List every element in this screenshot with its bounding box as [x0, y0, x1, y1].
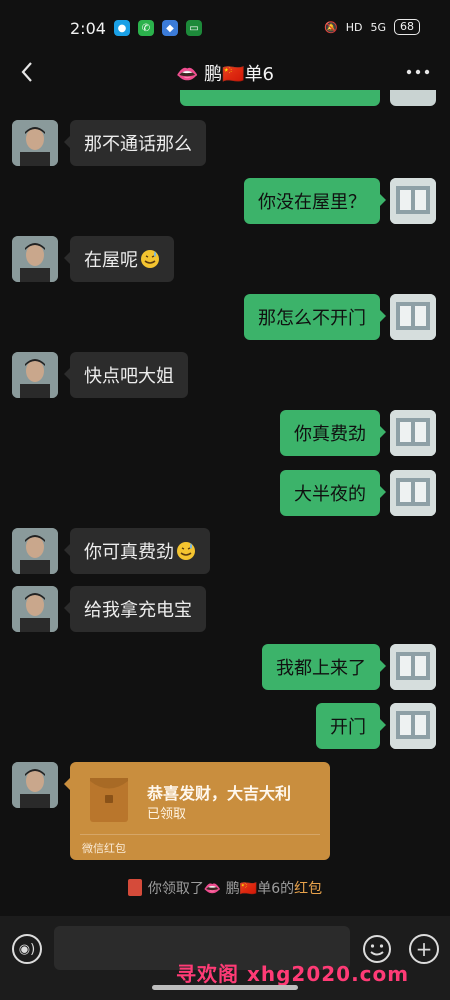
lips-emoji: 👄 — [175, 64, 199, 85]
red-packet-status: 已领取 — [147, 807, 187, 822]
plus-icon[interactable]: + — [409, 934, 439, 964]
my-avatar[interactable] — [390, 90, 436, 106]
qq-icon: ● — [114, 20, 130, 36]
notice-flag: 🇨🇳 — [239, 881, 258, 897]
app-icon: ◆ — [162, 20, 178, 36]
message-row: 你可真费劲 — [0, 528, 450, 574]
phone-icon: ✆ — [138, 20, 154, 36]
message-bubble[interactable]: 你真费劲 — [280, 410, 386, 456]
china-flag-emoji: 🇨🇳 — [222, 64, 245, 85]
app-icon-green: ▭ — [186, 20, 202, 36]
message-bubble[interactable]: 我都上来了 — [262, 644, 386, 690]
chat-title: 👄 鹏🇨🇳单6 — [0, 60, 450, 86]
message-bubble-partial[interactable] — [180, 90, 380, 106]
red-packet-footer: 微信红包 — [82, 842, 126, 855]
chat-header: 👄 鹏🇨🇳单6 — [0, 56, 450, 90]
title-suffix: 单6 — [244, 64, 275, 85]
message-text: 在屋呢 — [84, 250, 138, 271]
message-row: 给我拿充电宝 — [0, 586, 450, 632]
status-time: 2:04 — [70, 19, 106, 38]
my-avatar[interactable] — [390, 703, 436, 749]
notice-prefix: 你领取了👄 鹏 — [147, 881, 240, 897]
notice-middle: 单6的 — [257, 881, 295, 897]
message-text: 你可真费劲 — [84, 542, 174, 563]
message-row: 在屋呢 — [0, 236, 450, 282]
sweat-face-emoji-icon — [141, 250, 159, 268]
contact-avatar[interactable] — [12, 528, 58, 574]
more-options-icon[interactable] — [406, 66, 430, 78]
message-row: 那怎么不开门 — [0, 294, 450, 340]
contact-avatar[interactable] — [12, 762, 58, 808]
message-bubble[interactable]: 快点吧大姐 — [64, 352, 188, 398]
sweat-face-emoji-icon — [177, 542, 195, 560]
signal-icon: 5G — [370, 20, 386, 34]
watermark: 寻欢阁 xhg2020.com — [176, 962, 410, 986]
message-row: 你没在屋里？ — [0, 178, 450, 224]
battery-icon: 68 — [394, 19, 420, 35]
status-bar: 2:04 ● ✆ ◆ ▭ 🔕 HD 5G 68 — [0, 0, 450, 56]
red-packet-title: 恭喜发财，大吉大利 — [147, 784, 292, 803]
message-bubble[interactable]: 大半夜的 — [280, 470, 386, 516]
notification-icons: ● ✆ ◆ ▭ — [114, 20, 202, 36]
title-name: 鹏 — [204, 64, 223, 85]
my-avatar[interactable] — [390, 410, 436, 456]
hd-icon: HD — [345, 20, 363, 34]
contact-avatar[interactable] — [12, 236, 58, 282]
my-avatar[interactable] — [390, 294, 436, 340]
message-bubble[interactable]: 在屋呢 — [64, 236, 174, 282]
message-bubble[interactable]: 那不通话那么 — [64, 120, 206, 166]
message-row: 开门 — [0, 703, 450, 749]
system-notice: 你领取了👄 鹏🇨🇳单6的红包 — [0, 878, 450, 898]
message-bubble[interactable]: 给我拿充电宝 — [64, 586, 206, 632]
message-bubble[interactable]: 开门 — [316, 703, 386, 749]
contact-avatar[interactable] — [12, 352, 58, 398]
message-row: 那不通话那么 — [0, 120, 450, 166]
message-row: 大半夜的 — [0, 470, 450, 516]
message-bubble[interactable]: 你可真费劲 — [64, 528, 210, 574]
message-row: 你真费劲 — [0, 410, 450, 456]
message-row: 快点吧大姐 — [0, 352, 450, 398]
message-row-partial — [0, 90, 450, 106]
red-packet-card[interactable]: 恭喜发财，大吉大利 已领取 微信红包 — [64, 762, 330, 860]
contact-avatar[interactable] — [12, 120, 58, 166]
red-packet-small-icon — [127, 879, 142, 896]
red-packet-divider — [80, 834, 320, 835]
red-envelope-icon — [90, 778, 128, 822]
red-packet-link[interactable]: 红包 — [294, 881, 322, 897]
my-avatar[interactable] — [390, 470, 436, 516]
my-avatar[interactable] — [390, 644, 436, 690]
contact-avatar[interactable] — [12, 586, 58, 632]
voice-input-icon[interactable]: ◉) — [12, 934, 42, 964]
my-avatar[interactable] — [390, 178, 436, 224]
mute-icon: 🔕 — [324, 20, 338, 34]
message-bubble[interactable]: 你没在屋里？ — [244, 178, 386, 224]
message-bubble[interactable]: 那怎么不开门 — [244, 294, 386, 340]
status-indicators: 🔕 HD 5G 68 — [324, 19, 420, 35]
home-indicator[interactable] — [152, 985, 298, 990]
message-row: 我都上来了 — [0, 644, 450, 690]
